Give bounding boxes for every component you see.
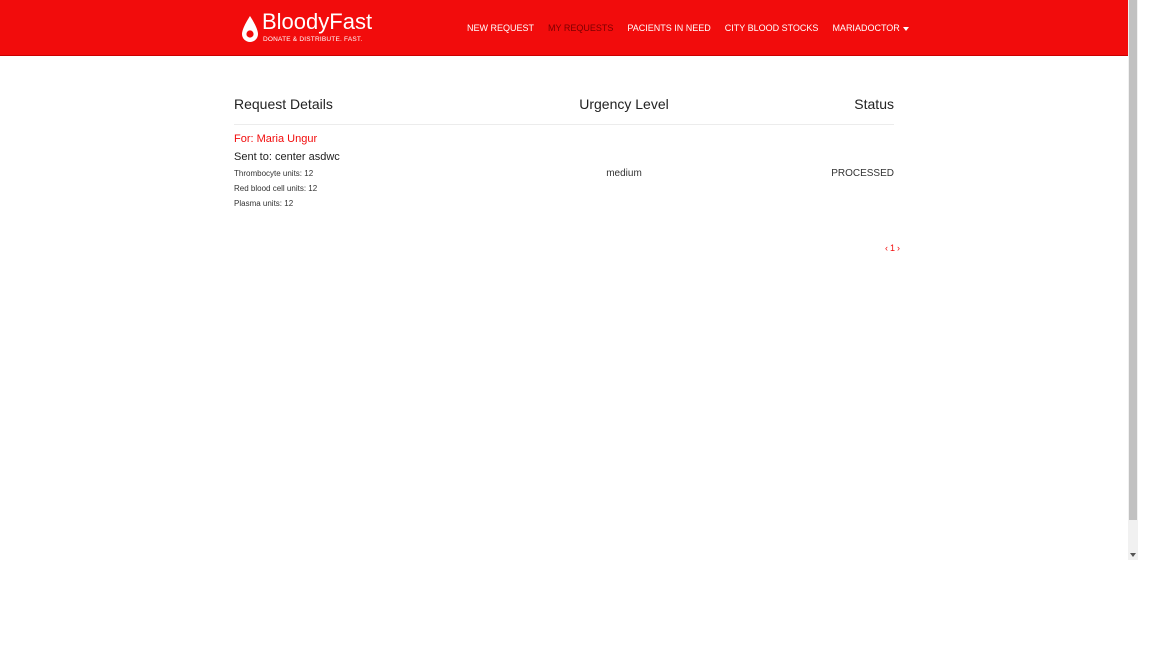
nav-my-requests[interactable]: MY REQUESTS <box>548 21 613 35</box>
red-blood-cell-units: Red blood cell units: 12 <box>234 184 318 193</box>
status-value: PROCESSED <box>831 168 894 179</box>
plasma-units: Plasma units: 12 <box>234 199 294 208</box>
top-navbar: BloodyFast DONATE & DISTRIBUTE. FAST. NE… <box>0 0 1128 56</box>
pagination: ‹ 1 › <box>885 243 900 253</box>
nav-city-blood-stocks[interactable]: CITY BLOOD STOCKS <box>725 21 819 35</box>
scroll-down-arrow-icon[interactable] <box>1130 553 1136 557</box>
urgency-level-text: medium <box>606 168 642 179</box>
request-patient-name[interactable]: For: Maria Ungur <box>234 133 317 145</box>
table-header: Request Details Urgency Level Status <box>234 96 894 125</box>
thrombocyte-units: Thrombocyte units: 12 <box>234 169 314 178</box>
pagination-page-1[interactable]: 1 <box>890 243 895 253</box>
user-menu-label: MARIADOCTOR <box>832 23 900 33</box>
pagination-next[interactable]: › <box>897 243 900 253</box>
pagination-prev[interactable]: ‹ <box>885 243 888 253</box>
nav-user-menu[interactable]: MARIADOCTOR <box>832 21 909 35</box>
table-row: For: Maria Ungur Sent to: center asdwc T… <box>234 133 894 213</box>
nav-new-request[interactable]: NEW REQUEST <box>467 21 534 35</box>
header-request-details: Request Details <box>234 96 333 112</box>
header-status: Status <box>854 96 894 112</box>
brand-tagline: DONATE & DISTRIBUTE. FAST. <box>263 36 363 43</box>
nav-pacients-in-need[interactable]: PACIENTS IN NEED <box>627 21 710 35</box>
brand-name: BloodyFast <box>262 9 373 34</box>
scrollbar-thumb[interactable] <box>1129 0 1137 520</box>
vertical-scrollbar[interactable] <box>1128 0 1138 560</box>
caret-down-icon <box>902 26 909 31</box>
blood-drop-icon <box>242 16 258 42</box>
main-nav: NEW REQUEST MY REQUESTS PACIENTS IN NEED… <box>467 21 923 35</box>
page-viewport: BloodyFast DONATE & DISTRIBUTE. FAST. NE… <box>0 0 1128 560</box>
request-sent-to: Sent to: center asdwc <box>234 151 340 163</box>
header-urgency-level-label: Urgency Level <box>579 96 669 112</box>
